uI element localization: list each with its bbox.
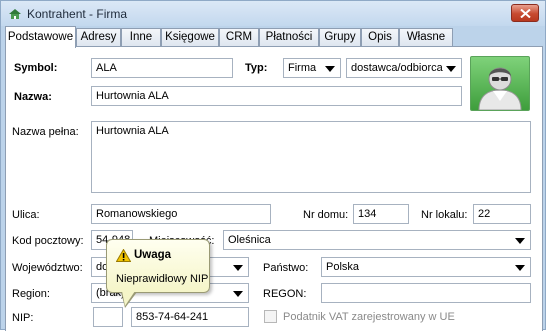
regon-label: REGON: — [263, 288, 307, 300]
chevron-down-icon — [446, 66, 456, 72]
tab-inne[interactable]: Inne — [121, 28, 161, 47]
typ-select[interactable]: Firma — [283, 58, 341, 78]
region-label: Region: — [12, 288, 50, 300]
kind-select-value: dostawca/odbiorca — [351, 62, 443, 74]
chevron-down-icon — [515, 238, 525, 244]
avatar[interactable] — [470, 56, 530, 111]
nr-lokalu-label: Nr lokalu: — [421, 209, 468, 221]
window: Kontrahent - Firma Podstawowe Adresy Inn… — [0, 0, 546, 331]
nr-domu-input[interactable]: 134 — [353, 204, 409, 224]
tab-ksiegowe[interactable]: Księgowe — [161, 28, 219, 47]
close-icon — [520, 9, 531, 18]
tab-podstawowe[interactable]: Podstawowe — [5, 26, 76, 48]
user-avatar-icon — [478, 67, 522, 111]
tab-platnosci[interactable]: Płatności — [259, 28, 319, 47]
close-button[interactable] — [511, 4, 539, 22]
panstwo-value: Polska — [326, 261, 360, 273]
symbol-input[interactable]: ALA — [91, 58, 233, 78]
nazwa-pelna-textarea[interactable]: Hurtownia ALA — [91, 121, 531, 193]
validation-tooltip: Uwaga Nieprawidłowy NIP — [106, 239, 210, 308]
chevron-down-icon — [233, 291, 243, 297]
nazwa-label: Nazwa: — [14, 91, 52, 103]
panstwo-label: Państwo: — [263, 262, 309, 274]
kind-select[interactable]: dostawca/odbiorca — [346, 58, 462, 78]
app-icon — [8, 8, 22, 20]
miejscowosc-select[interactable]: Oleśnica — [223, 230, 531, 250]
tab-crm[interactable]: CRM — [219, 28, 259, 47]
symbol-label: Symbol: — [14, 62, 58, 74]
wojewodztwo-label: Województwo: — [12, 262, 83, 274]
kod-pocztowy-label: Kod pocztowy: — [12, 235, 84, 247]
regon-input[interactable] — [321, 283, 531, 303]
warning-icon — [115, 248, 132, 265]
tooltip-tail-fill — [122, 291, 135, 306]
tab-wlasne[interactable]: Własne — [399, 28, 453, 47]
tab-grupy[interactable]: Grupy — [319, 28, 361, 47]
nr-lokalu-input[interactable]: 22 — [473, 204, 531, 224]
nip-input[interactable]: 853-74-64-241 — [131, 307, 249, 327]
ulica-input[interactable]: Romanowskiego — [91, 204, 271, 224]
nip-label: NIP: — [12, 312, 34, 324]
chevron-down-icon — [515, 265, 525, 271]
tab-adresy[interactable]: Adresy — [76, 28, 121, 47]
typ-label: Typ: — [245, 62, 268, 74]
tooltip-title: Uwaga — [134, 249, 172, 261]
tab-opis[interactable]: Opis — [361, 28, 399, 47]
tooltip-message: Nieprawidłowy NIP — [116, 273, 209, 285]
typ-select-value: Firma — [288, 62, 317, 74]
titlebar[interactable]: Kontrahent - Firma — [1, 1, 545, 26]
vat-ue-label: Podatnik VAT zarejestrowany w UE — [283, 311, 455, 323]
chevron-down-icon — [325, 66, 335, 72]
nr-domu-label: Nr domu: — [303, 209, 349, 221]
nazwa-pelna-label: Nazwa pełna: — [12, 126, 79, 138]
ulica-label: Ulica: — [12, 209, 40, 221]
nip-prefix-input[interactable] — [93, 307, 123, 327]
panstwo-select[interactable]: Polska — [321, 257, 531, 277]
miejscowosc-value: Oleśnica — [228, 234, 271, 246]
window-title: Kontrahent - Firma — [27, 7, 128, 21]
vat-ue-checkbox[interactable] — [264, 310, 277, 323]
chevron-down-icon — [233, 265, 243, 271]
nazwa-input[interactable]: Hurtownia ALA — [91, 86, 462, 106]
